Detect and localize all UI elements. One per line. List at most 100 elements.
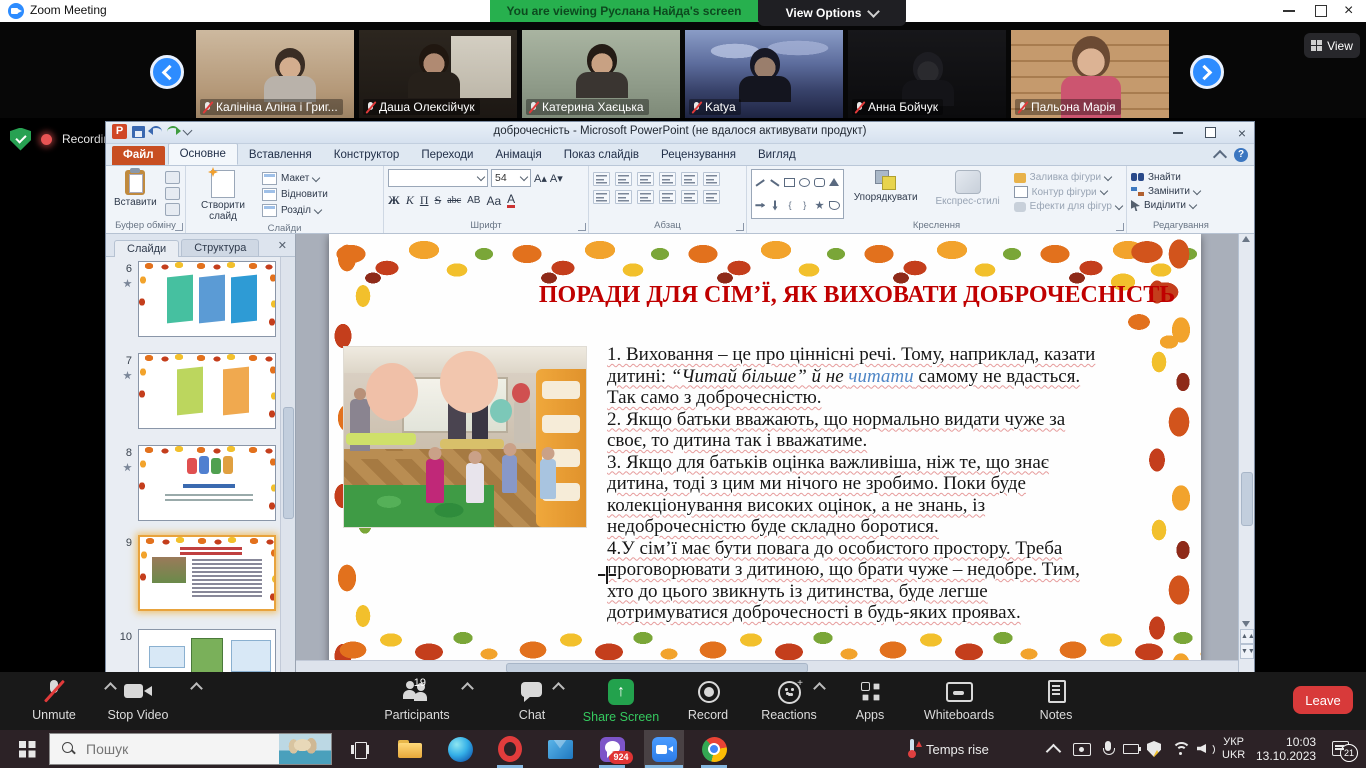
format-painter-icon[interactable]	[165, 203, 180, 216]
ppt-restore-button[interactable]	[1205, 127, 1216, 138]
panel-close-icon[interactable]: ✕	[278, 239, 287, 252]
participant-video[interactable]: Калініна Аліна і Григ...	[196, 30, 354, 118]
shape-outline-button[interactable]: Контур фігури	[1014, 186, 1122, 198]
stop-video-button[interactable]: Stop Video	[92, 679, 184, 722]
next-slide-button[interactable]: ▼▼	[1240, 644, 1254, 659]
gallery-prev-button[interactable]	[150, 55, 184, 89]
font-name-box[interactable]	[388, 169, 488, 187]
bullets-icon[interactable]	[593, 172, 610, 186]
drawing-dialog-launcher[interactable]	[1116, 223, 1124, 231]
text-direction-icon[interactable]	[703, 172, 720, 186]
panel-tab-slides[interactable]: Слайди	[114, 240, 179, 257]
taskbar-search[interactable]	[49, 733, 332, 765]
chat-button[interactable]: Chat	[486, 679, 578, 722]
participant-video[interactable]: Даша Олексійчук	[359, 30, 517, 118]
view-layout-button[interactable]: View	[1304, 33, 1360, 58]
shrink-font-button[interactable]: А▾	[550, 172, 563, 185]
mail-button[interactable]	[540, 730, 580, 768]
zoom-app-button[interactable]	[644, 730, 684, 768]
panel-tab-outline[interactable]: Структура	[181, 239, 259, 256]
tray-expand-button[interactable]	[1048, 730, 1059, 768]
participants-button[interactable]: 19 Participants	[371, 679, 463, 722]
slide-thumbnail-8[interactable]	[138, 445, 276, 521]
strikethrough-button[interactable]: S	[435, 193, 442, 208]
task-view-button[interactable]	[340, 730, 380, 768]
justify-icon[interactable]	[659, 190, 676, 204]
bold-button[interactable]: Ж	[388, 193, 400, 208]
leave-button[interactable]: Leave	[1293, 686, 1353, 714]
previous-slide-button[interactable]: ▲▲	[1240, 629, 1254, 644]
clock[interactable]: 10:0313.10.2023	[1248, 730, 1324, 768]
tab-review[interactable]: Рецензування	[650, 145, 747, 165]
font-dialog-launcher[interactable]	[578, 223, 586, 231]
shape-fill-button[interactable]: Заливка фігури	[1014, 172, 1122, 183]
chrome-button[interactable]	[694, 730, 734, 768]
find-button[interactable]: Знайти	[1131, 172, 1200, 183]
notes-button[interactable]: Notes	[1010, 679, 1102, 722]
record-button[interactable]: Record	[662, 679, 754, 722]
scrollbar-thumb[interactable]	[1241, 472, 1253, 526]
tab-animations[interactable]: Анімація	[484, 145, 552, 165]
slide-thumbnail-10[interactable]	[138, 629, 276, 673]
video-options-caret[interactable]	[190, 682, 203, 695]
font-color-button[interactable]: А	[507, 193, 515, 208]
paragraph-dialog-launcher[interactable]	[736, 223, 744, 231]
tab-slideshow[interactable]: Показ слайдів	[553, 145, 650, 165]
opera-button[interactable]	[490, 730, 530, 768]
participant-video[interactable]: Пальона Марія	[1011, 30, 1169, 118]
search-input[interactable]	[84, 740, 279, 758]
tray-network[interactable]	[1166, 730, 1194, 768]
cut-icon[interactable]	[165, 171, 180, 184]
minimize-button[interactable]	[1283, 0, 1295, 22]
apps-button[interactable]: Apps	[824, 679, 916, 722]
participants-caret[interactable]	[461, 682, 474, 695]
view-options-button[interactable]: View Options	[758, 0, 906, 26]
align-left-icon[interactable]	[593, 190, 610, 204]
panel-scrollbar[interactable]	[280, 257, 295, 673]
italic-button[interactable]: К	[406, 193, 414, 208]
tab-view[interactable]: Вигляд	[747, 145, 807, 165]
tab-transitions[interactable]: Переходи	[410, 145, 484, 165]
gallery-next-button[interactable]	[1190, 55, 1224, 89]
ppt-minimize-button[interactable]	[1173, 132, 1183, 134]
unmute-button[interactable]: Unmute	[8, 679, 100, 722]
slide-thumbnail-9-selected[interactable]	[138, 535, 276, 611]
close-button[interactable]: ×	[1344, 0, 1353, 22]
quick-styles-button[interactable]: Експрес-стилі	[928, 169, 1008, 208]
columns-icon[interactable]	[681, 190, 698, 204]
tray-cast[interactable]	[1068, 730, 1096, 768]
viber-button[interactable]: 924	[592, 730, 632, 768]
ppt-close-button[interactable]: ×	[1238, 123, 1246, 143]
new-slide-button[interactable]: Створити слайд	[190, 169, 256, 223]
select-button[interactable]: Виділити	[1131, 200, 1200, 211]
language-switcher[interactable]: УКРUKR	[1216, 730, 1251, 768]
layout-button[interactable]: Макет	[262, 172, 328, 185]
slide-thumbnail-6[interactable]	[138, 261, 276, 337]
numbering-icon[interactable]	[615, 172, 632, 186]
notification-center-button[interactable]: 21	[1322, 730, 1362, 768]
tab-file[interactable]: Файл	[112, 146, 165, 165]
edge-button[interactable]	[440, 730, 480, 768]
participant-video[interactable]: Анна Бойчук	[848, 30, 1006, 118]
increase-indent-icon[interactable]	[659, 172, 676, 186]
clear-formatting-button[interactable]: abc	[447, 195, 461, 206]
scroll-down-icon[interactable]	[1242, 621, 1250, 627]
underline-button[interactable]: П	[420, 193, 429, 208]
hyperlink[interactable]: читати	[848, 366, 913, 387]
grow-font-button[interactable]: А▴	[534, 172, 547, 185]
tab-design[interactable]: Конструктор	[323, 145, 411, 165]
smartart-convert-icon[interactable]	[703, 190, 720, 204]
clipboard-dialog-launcher[interactable]	[175, 223, 183, 231]
weather-widget[interactable]: Temps rise	[908, 730, 989, 768]
font-size-box[interactable]: 54	[491, 169, 531, 187]
align-right-icon[interactable]	[637, 190, 654, 204]
arrange-button[interactable]: Упорядкувати	[844, 169, 928, 204]
whiteboards-button[interactable]: Whiteboards	[913, 679, 1005, 722]
copy-icon[interactable]	[165, 187, 180, 200]
start-button[interactable]	[8, 730, 46, 768]
help-icon[interactable]: ?	[1234, 148, 1248, 162]
tray-security[interactable]	[1142, 730, 1166, 768]
decrease-indent-icon[interactable]	[637, 172, 654, 186]
section-button[interactable]: Розділ	[262, 204, 328, 217]
share-screen-button[interactable]: ↑ Share Screen	[575, 679, 667, 724]
